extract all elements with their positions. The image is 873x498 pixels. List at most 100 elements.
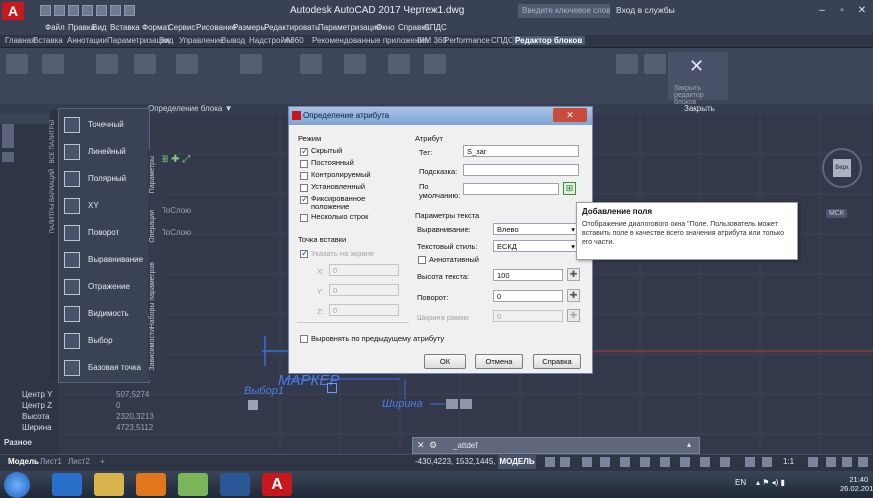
lookup-grip-icon[interactable] [248, 400, 258, 410]
wrench-icon[interactable]: ⚙ [429, 440, 437, 451]
align-below-checkbox[interactable] [300, 335, 308, 343]
ribbon-tab[interactable]: Вывод [218, 36, 248, 45]
grip-icon[interactable] [460, 399, 472, 409]
palette-item[interactable]: Выбор [62, 330, 146, 352]
saveas-icon[interactable] [82, 5, 93, 16]
base-grip-icon[interactable] [327, 383, 337, 393]
menu-item[interactable]: Редактировать [264, 23, 319, 32]
dimensional-icon[interactable] [344, 54, 366, 74]
workspace-icon[interactable] [808, 457, 818, 467]
ribbon-tab[interactable]: Performance [441, 36, 493, 45]
test-block-icon[interactable] [96, 54, 118, 74]
menu-item[interactable]: Вставка [110, 23, 140, 32]
menu-item[interactable]: Окно [376, 23, 395, 32]
properties-side-tab[interactable] [2, 152, 14, 162]
ribbon-tab[interactable]: Редактор блоков [512, 36, 586, 45]
parameter-icon[interactable] [134, 54, 156, 74]
sign-in-button[interactable]: Вход в службы [616, 5, 675, 15]
ok-button[interactable]: ОК [424, 354, 466, 369]
chevron-up-icon[interactable]: ▴ [687, 440, 691, 449]
coord-input[interactable]: 0 [329, 264, 399, 276]
boundary-width-input[interactable]: 0 [493, 310, 563, 322]
close-block-editor-button[interactable]: ✕ Закрыть редактор блоков [668, 52, 728, 106]
palette-item[interactable]: Базовая точка [62, 357, 146, 379]
mode-checkbox[interactable] [300, 172, 308, 180]
model-space-button[interactable]: МОДЕЛЬ [498, 455, 536, 469]
new-icon[interactable] [40, 5, 51, 16]
coord-input[interactable]: 0 [329, 304, 399, 316]
menu-item[interactable]: Правка [68, 23, 95, 32]
close-window-icon[interactable]: ✕ [853, 3, 871, 18]
grid-icon[interactable] [545, 457, 555, 467]
autocad-taskbar-icon[interactable]: A [262, 473, 292, 496]
ie-icon[interactable] [52, 473, 82, 496]
undo-icon[interactable] [110, 5, 121, 16]
default-input[interactable] [463, 183, 559, 195]
print-icon[interactable] [96, 5, 107, 16]
property-value[interactable]: 507,5274 [116, 390, 149, 399]
annotation-monitor-icon[interactable] [826, 457, 836, 467]
start-button[interactable] [4, 472, 30, 498]
firefox-icon[interactable] [136, 473, 166, 496]
ribbon-tab[interactable]: Рекомендованные приложения [309, 36, 431, 45]
isodraft-icon[interactable] [620, 457, 630, 467]
input-language[interactable]: EN [735, 478, 746, 487]
property-value[interactable]: 2320,3213 [116, 412, 154, 421]
selection-cycling-icon[interactable] [720, 457, 730, 467]
wcs-menu[interactable]: МСК [826, 209, 847, 218]
grip-icon[interactable] [446, 399, 458, 409]
menu-item[interactable]: Рисование [196, 23, 236, 32]
palette-item[interactable]: Линейный [62, 141, 146, 163]
explorer-icon[interactable] [94, 473, 124, 496]
insert-table-icon[interactable] [424, 54, 446, 74]
block-table-icon[interactable] [42, 54, 64, 74]
help-button[interactable]: Справка [533, 354, 581, 369]
menu-item[interactable]: СПДС [424, 23, 447, 32]
autoscale-icon[interactable] [762, 457, 772, 467]
property-value[interactable]: 0 [116, 401, 120, 410]
quick-select-icon[interactable]: ⊞ ✚ ⤢ [160, 154, 190, 165]
block-definition-panel-label[interactable]: Определение блока ▼ [148, 104, 233, 113]
layout-tab[interactable]: Лист2 [64, 457, 94, 466]
pick-width-button[interactable]: ✚ [567, 309, 580, 322]
mode-checkbox[interactable] [300, 146, 309, 157]
open-save-icon[interactable] [644, 54, 666, 74]
close-icon[interactable]: ✕ [417, 440, 425, 451]
palette-item[interactable]: Видимость [62, 303, 146, 325]
text-style-select[interactable]: ЕСКД ▾ [493, 240, 579, 252]
pick-height-button[interactable]: ✚ [567, 268, 580, 281]
coord-input[interactable]: 0 [329, 284, 399, 296]
menu-item[interactable]: Вид [92, 23, 106, 32]
rotation-input[interactable]: 0 [493, 290, 563, 302]
ribbon-tab[interactable]: Вид [156, 36, 176, 45]
width-parameter-label[interactable]: Ширина [382, 398, 423, 410]
palette-item[interactable]: Поворот [62, 222, 146, 244]
annotation-visibility-icon[interactable] [745, 457, 755, 467]
mode-checkbox[interactable] [300, 194, 309, 205]
redo-icon[interactable] [124, 5, 135, 16]
tag-input[interactable]: S_заг [463, 145, 579, 157]
snap-icon[interactable] [560, 457, 570, 467]
osnap-icon[interactable] [660, 457, 670, 467]
palette-item[interactable]: XY [62, 195, 146, 217]
properties-side-tab[interactable] [2, 124, 14, 148]
visibility-icon[interactable] [240, 54, 262, 74]
annotation-scale[interactable]: 1:1 [783, 457, 794, 466]
system-clock[interactable]: 21:40 26.02.2019 [840, 475, 873, 493]
define-attribute-icon[interactable] [6, 54, 28, 74]
customize-icon[interactable] [858, 457, 868, 467]
mode-checkbox[interactable] [300, 214, 308, 222]
justification-select[interactable]: Влево ▾ [493, 223, 579, 235]
transparency-icon[interactable] [700, 457, 710, 467]
text-height-input[interactable]: 100 [493, 269, 563, 281]
geometric-icon[interactable] [300, 54, 322, 74]
cancel-button[interactable]: Отмена [475, 354, 523, 369]
attribute-icon[interactable] [388, 54, 410, 74]
palette-vtab[interactable]: Зависимости [149, 328, 156, 370]
ribbon-tab[interactable]: A360 [282, 36, 307, 45]
lineweight-icon[interactable] [680, 457, 690, 467]
palette-vtab[interactable]: Параметры [149, 156, 156, 193]
command-line[interactable]: ✕ ⚙ _attdef ▴ [412, 437, 700, 454]
palette-item[interactable]: Выравнивание [62, 249, 146, 271]
menu-item[interactable]: Формат [142, 23, 170, 32]
